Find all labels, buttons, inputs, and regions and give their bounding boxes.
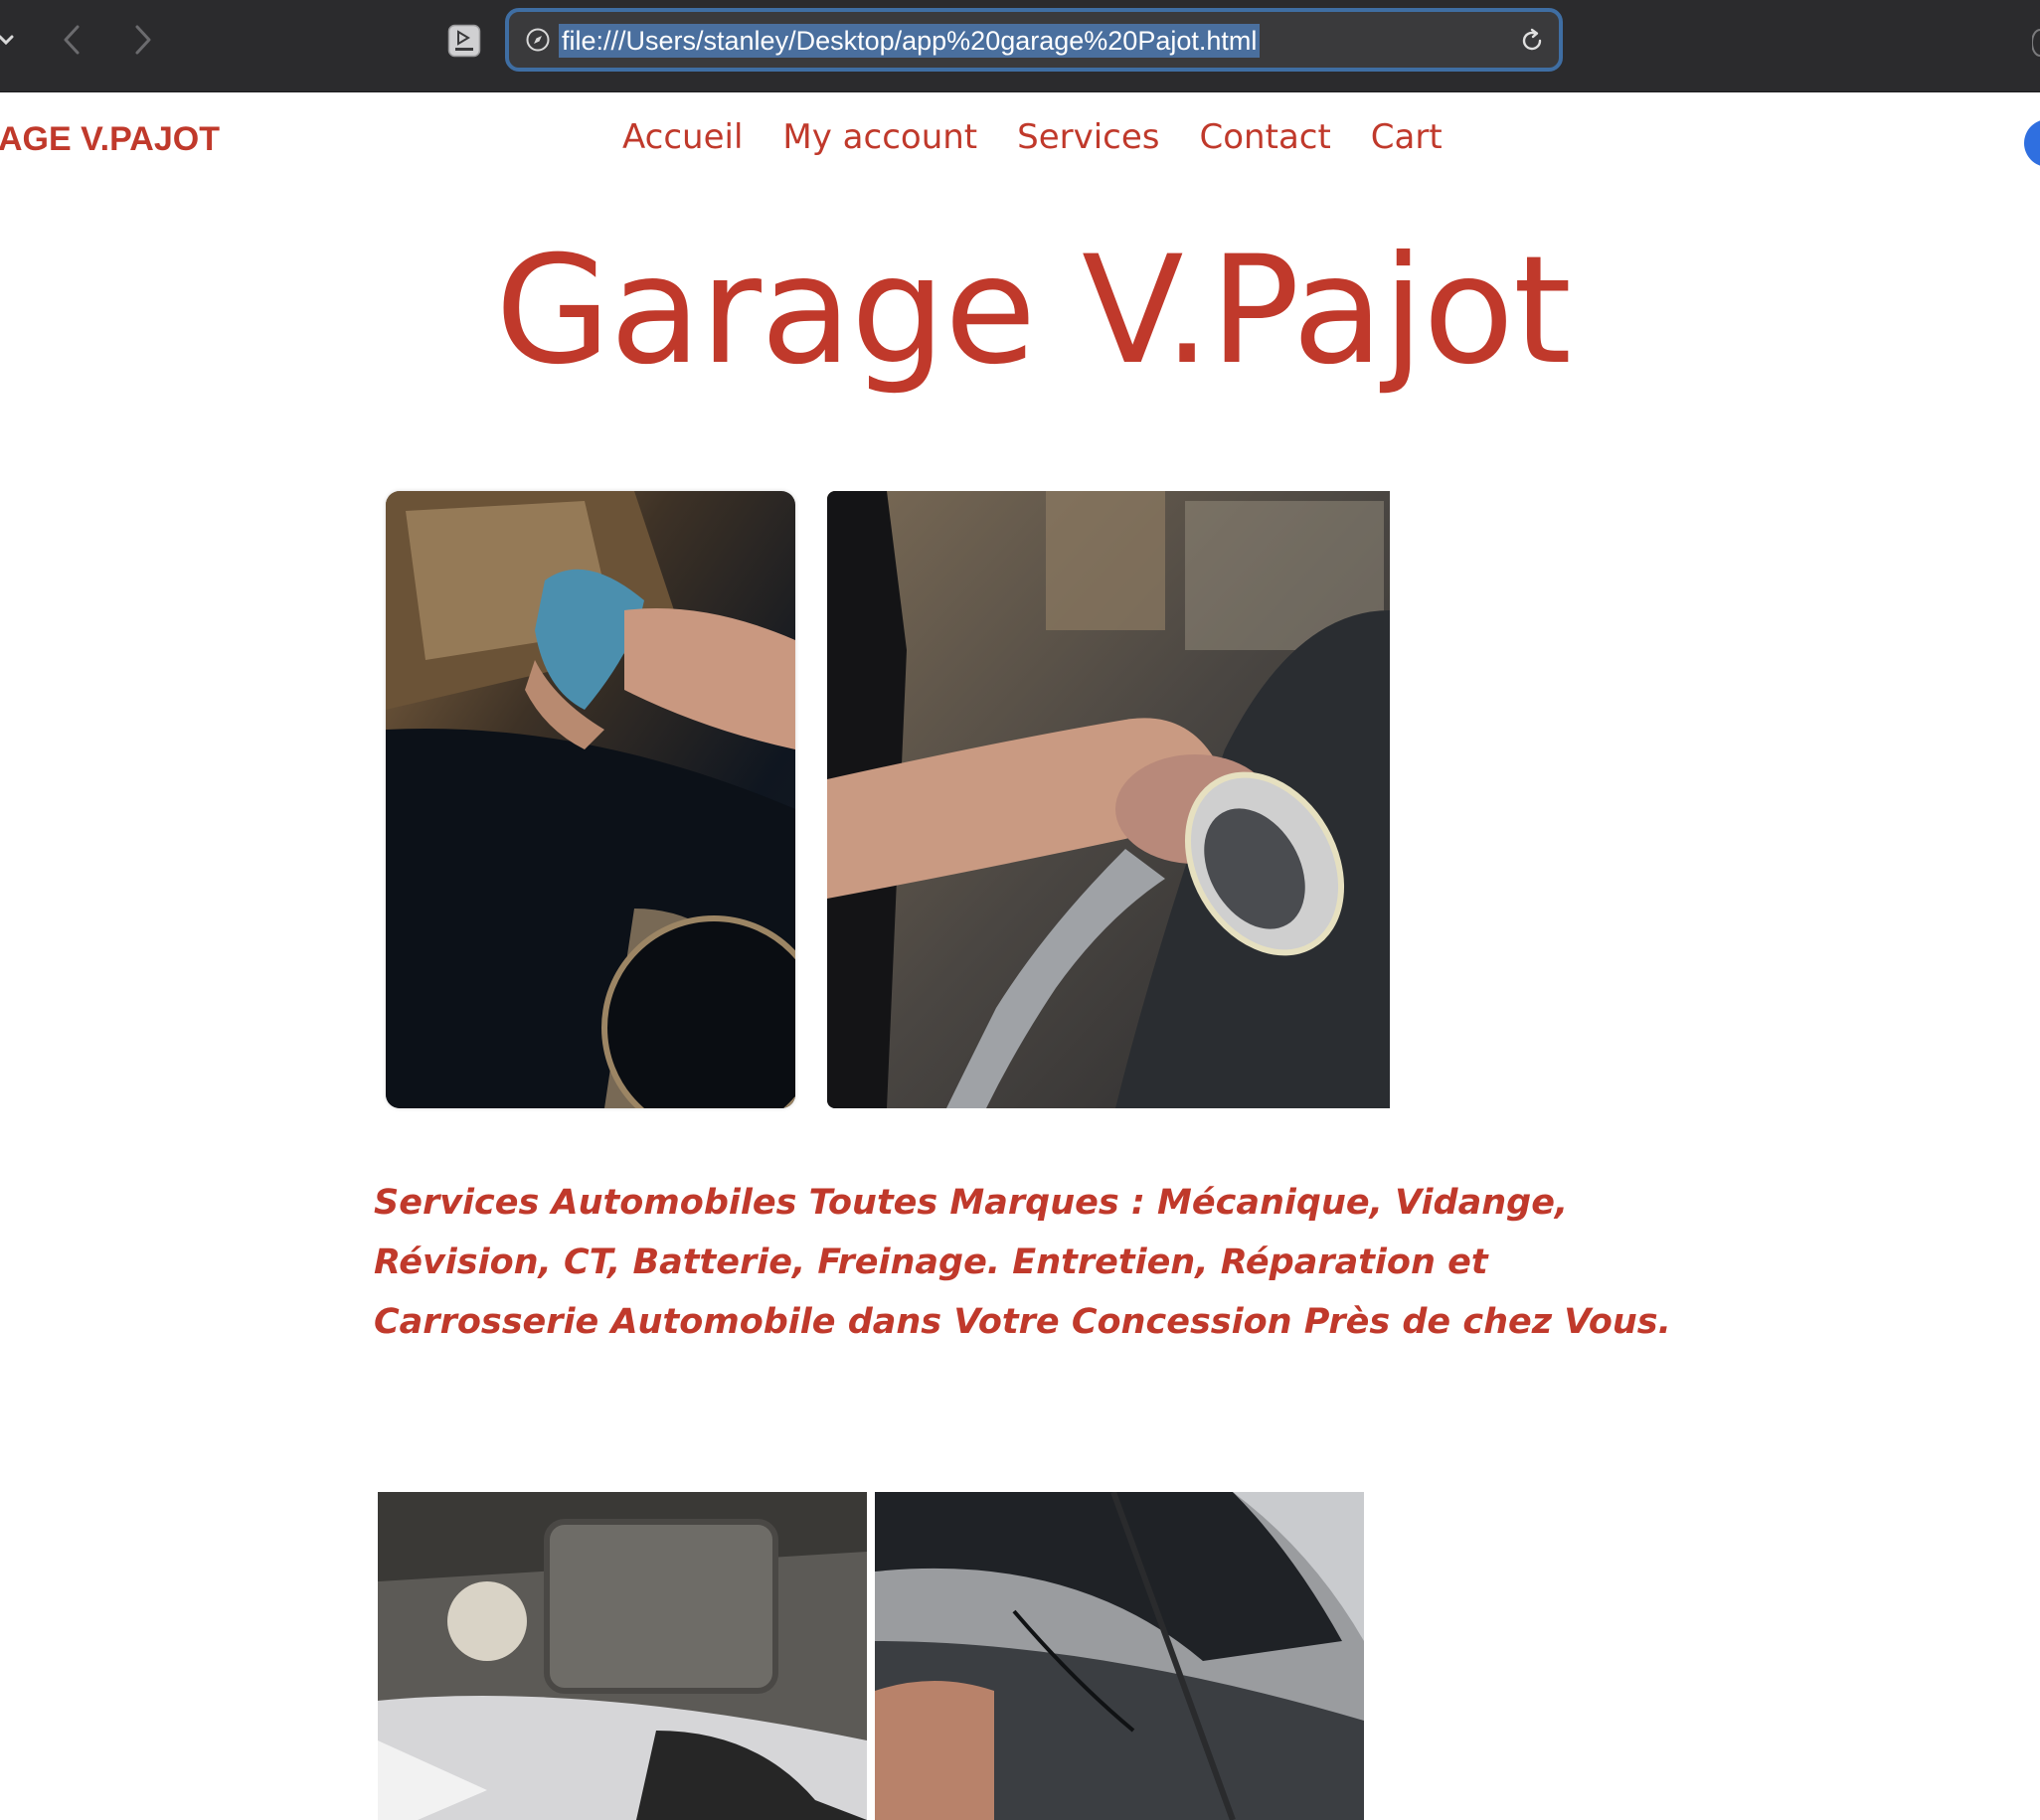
photo-mechanic-under-hood (875, 1492, 1364, 1820)
compass-icon[interactable] (525, 27, 551, 53)
tagline: Services Automobiles Toutes Marques : Mé… (374, 1183, 1671, 1342)
page-title: Garage V.Pajot (495, 225, 1572, 398)
back-arrow-icon[interactable] (58, 22, 87, 58)
chevron-down-icon[interactable] (0, 28, 14, 52)
photo-engine-bay (378, 1492, 867, 1820)
forward-arrow-icon[interactable] (127, 22, 157, 58)
window-edge (2031, 28, 2040, 58)
photo-car-polishing (386, 491, 795, 1108)
reload-icon[interactable] (1517, 26, 1547, 56)
reader-mode-icon[interactable] (447, 24, 481, 58)
nav-services[interactable]: Services (1017, 117, 1159, 157)
site-logo[interactable]: AGE V.PAJOT (0, 120, 220, 159)
user-avatar[interactable] (2024, 119, 2040, 167)
browser-toolbar: file:///Users/stanley/Desktop/app%20gara… (0, 0, 2040, 92)
nav-cart[interactable]: Cart (1371, 117, 1443, 157)
address-bar[interactable]: file:///Users/stanley/Desktop/app%20gara… (505, 8, 1563, 72)
photo-bodywork-sanding (827, 491, 1390, 1108)
main-nav: Accueil My account Services Contact Cart (622, 117, 1443, 157)
nav-contact[interactable]: Contact (1200, 117, 1331, 157)
nav-my-account[interactable]: My account (782, 117, 977, 157)
url-text[interactable]: file:///Users/stanley/Desktop/app%20gara… (559, 24, 1261, 58)
nav-accueil[interactable]: Accueil (622, 117, 743, 157)
